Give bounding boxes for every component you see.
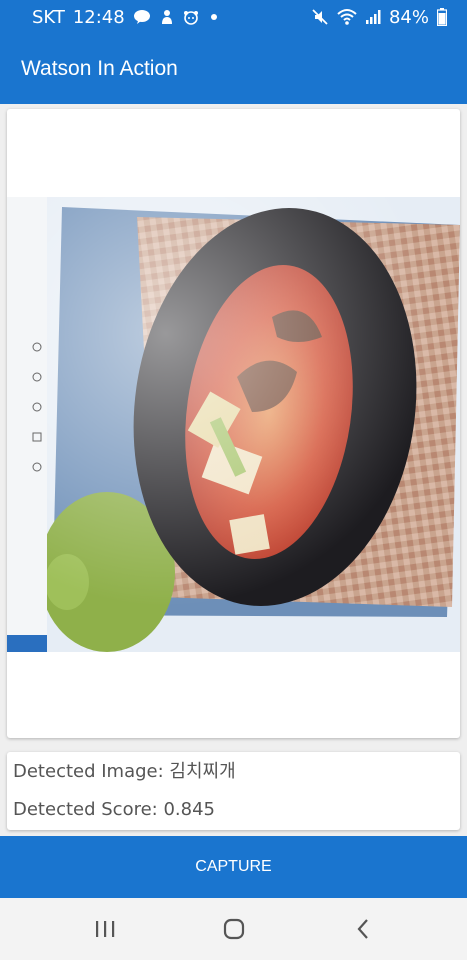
notification-dot-icon xyxy=(210,14,217,20)
image-card xyxy=(7,109,460,738)
home-icon xyxy=(223,918,244,940)
recents-icon xyxy=(95,921,114,937)
status-bar: SKT 12:48 84% xyxy=(0,0,467,34)
status-left: SKT 12:48 xyxy=(32,7,217,28)
battery-percent: 84% xyxy=(388,6,429,28)
battery-icon xyxy=(437,8,447,26)
home-button[interactable] xyxy=(204,904,264,954)
app-title: Watson In Action xyxy=(21,57,178,80)
capture-button[interactable]: CAPTURE xyxy=(0,836,467,898)
signal-icon xyxy=(365,10,381,24)
talk-icon xyxy=(133,10,150,24)
captured-photo xyxy=(7,197,460,652)
mute-icon xyxy=(312,9,328,25)
status-right: 84% xyxy=(311,7,447,28)
detected-score-label: Detected Score: 0.845 xyxy=(13,799,215,820)
navigation-bar xyxy=(0,898,467,960)
photo-illustration xyxy=(7,197,460,652)
result-card: Detected Image: 김치찌개 Detected Score: 0.8… xyxy=(7,752,460,830)
person-icon xyxy=(161,10,172,24)
back-button[interactable] xyxy=(333,904,393,954)
clock: 12:48 xyxy=(72,6,125,28)
carrier-label: SKT xyxy=(32,6,65,28)
bear-icon xyxy=(183,11,198,25)
wifi-icon xyxy=(337,9,357,25)
recents-button[interactable] xyxy=(75,904,135,954)
app-bar: Watson In Action xyxy=(0,34,467,104)
back-icon xyxy=(357,919,368,939)
detected-image-label: Detected Image: 김치찌개 xyxy=(13,761,236,782)
